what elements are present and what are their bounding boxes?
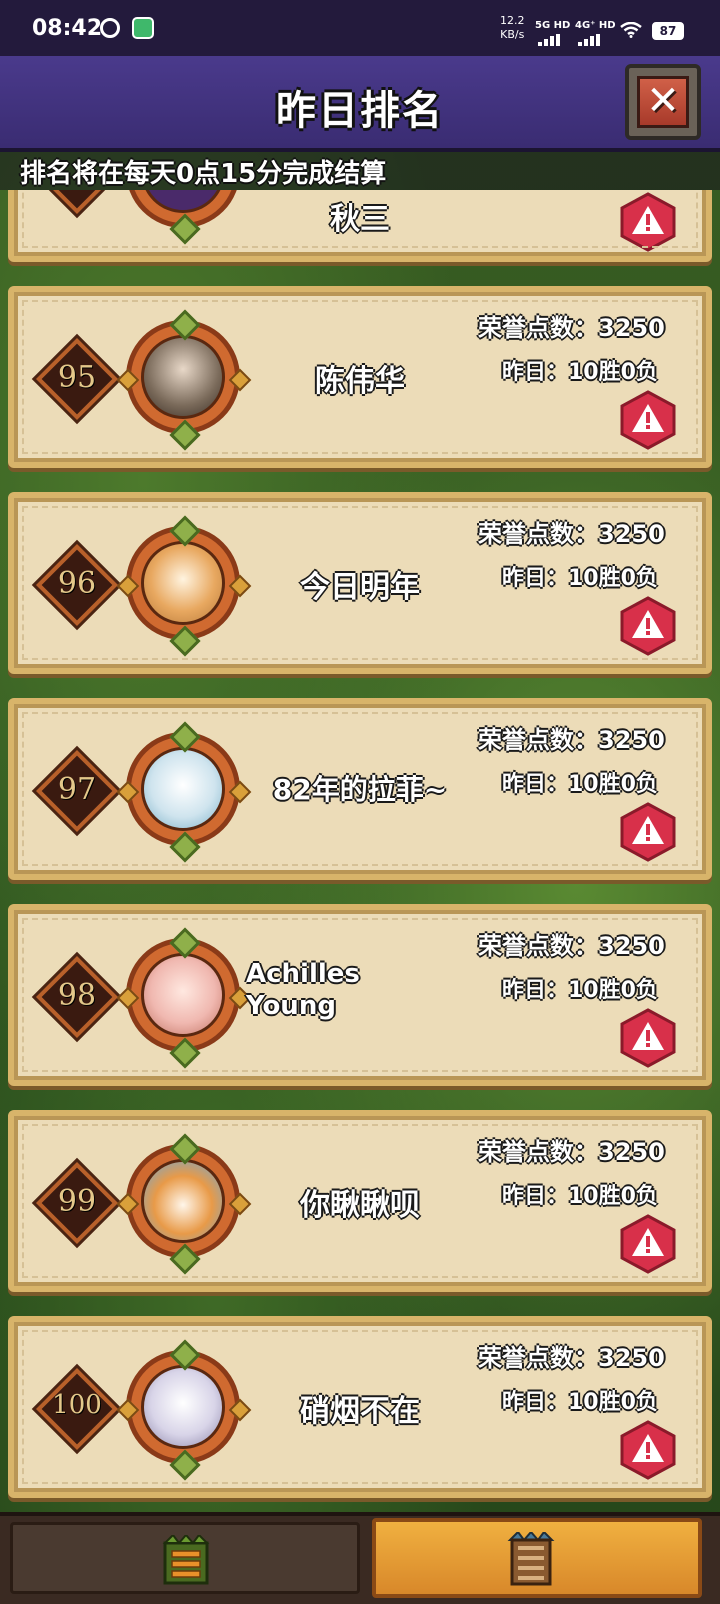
player-name: 硝烟不在 [300,1394,420,1429]
report-button[interactable] [620,1420,676,1480]
notification-icon [100,18,120,38]
title-bar: 昨日排名 ✕ [0,56,720,152]
close-icon: ✕ [637,76,689,128]
yesterday-record: 昨日：10胜0负 [502,1184,658,1209]
warning-icon [620,1420,676,1480]
player-name: 秋三 [330,202,390,237]
network-speed-value: 12.2 [500,14,525,27]
avatar [141,541,225,625]
avatar [141,1365,225,1449]
report-button[interactable] [620,1008,676,1068]
ranking-list[interactable]: 秋三 95 陈伟华 荣誉点数：3250 昨日：10胜0负 96 今日明年 荣誉点… [0,190,720,1512]
player-name: 你瞅瞅呗 [300,1188,420,1223]
signal-bars-2-icon [578,34,600,46]
rank-number: 96 [57,566,97,601]
status-bar: 08:42 12.2 KB/s 5G HD 4G⁺ HD 87 [0,0,720,56]
status-time: 08:42 [32,16,103,41]
tab-ranking[interactable] [372,1518,702,1598]
notice-text: 排名将在每天0点15分完成结算 [20,159,387,189]
yesterday-record: 昨日：10胜0负 [502,1390,658,1415]
honor-points: 荣誉点数：3250 [478,1344,665,1372]
honor-points: 荣誉点数：3250 [478,1138,665,1166]
avatar [141,335,225,419]
app-notification-icon [132,17,154,39]
rank-number: 97 [57,772,97,807]
settlement-notice: 排名将在每天0点15分完成结算 [0,148,720,190]
battery-indicator: 87 [652,22,684,40]
page-title: 昨日排名 [276,88,444,134]
player-name: Achilles Young [246,959,360,1021]
report-button[interactable] [620,390,676,450]
wifi-icon [620,22,642,38]
warning-icon [620,192,676,252]
ranking-row[interactable]: 97 82年的拉菲~ 荣誉点数：3250 昨日：10胜0负 [8,698,712,880]
player-name: 82年的拉菲~ [272,773,448,806]
report-button[interactable] [620,802,676,862]
rank-number: 100 [52,1390,102,1420]
honor-points: 荣誉点数：3250 [478,932,665,960]
tab-list[interactable] [10,1522,360,1594]
report-button[interactable] [620,596,676,656]
player-name: 今日明年 [300,570,420,605]
avatar [141,1159,225,1243]
report-button[interactable] [620,1214,676,1274]
ranking-row-partial: 秋三 [8,190,712,262]
signal-bars-icon [538,34,560,46]
network-label-1: 5G HD [535,20,571,31]
network-label-2: 4G⁺ HD [575,20,616,31]
warning-icon [620,1214,676,1274]
honor-points: 荣誉点数：3250 [478,726,665,754]
network-speed: 12.2 KB/s [500,14,525,42]
ranking-row[interactable]: 96 今日明年 荣誉点数：3250 昨日：10胜0负 [8,492,712,674]
ranking-row[interactable]: 98 Achilles Young 荣誉点数：3250 昨日：10胜0负 [8,904,712,1086]
yesterday-record: 昨日：10胜0负 [502,978,658,1003]
bottom-tab-bar [0,1512,720,1604]
ladder-icon [507,1532,555,1586]
ranking-row[interactable]: 99 你瞅瞅呗 荣誉点数：3250 昨日：10胜0负 [8,1110,712,1292]
rank-number: 98 [57,978,97,1013]
rank-number: 99 [57,1184,97,1219]
player-name: 陈伟华 [315,364,405,399]
yesterday-record: 昨日：10胜0负 [502,360,658,385]
avatar [141,953,225,1037]
rank-badge [35,190,119,215]
warning-icon [620,596,676,656]
ranking-row[interactable]: 95 陈伟华 荣誉点数：3250 昨日：10胜0负 [8,286,712,468]
close-button[interactable]: ✕ [625,64,701,140]
avatar [141,190,225,213]
menu-list-icon [162,1535,210,1585]
rank-number: 95 [57,360,97,395]
ranking-row[interactable]: 100 硝烟不在 荣誉点数：3250 昨日：10胜0负 [8,1316,712,1498]
honor-points: 荣誉点数：3250 [478,520,665,548]
honor-points: 荣誉点数：3250 [478,314,665,342]
warning-icon [620,390,676,450]
avatar [141,747,225,831]
network-speed-unit: KB/s [500,28,525,41]
warning-icon [620,802,676,862]
warning-icon [620,1008,676,1068]
report-button[interactable] [620,192,676,252]
yesterday-record: 昨日：10胜0负 [502,772,658,797]
yesterday-record: 昨日：10胜0负 [502,566,658,591]
